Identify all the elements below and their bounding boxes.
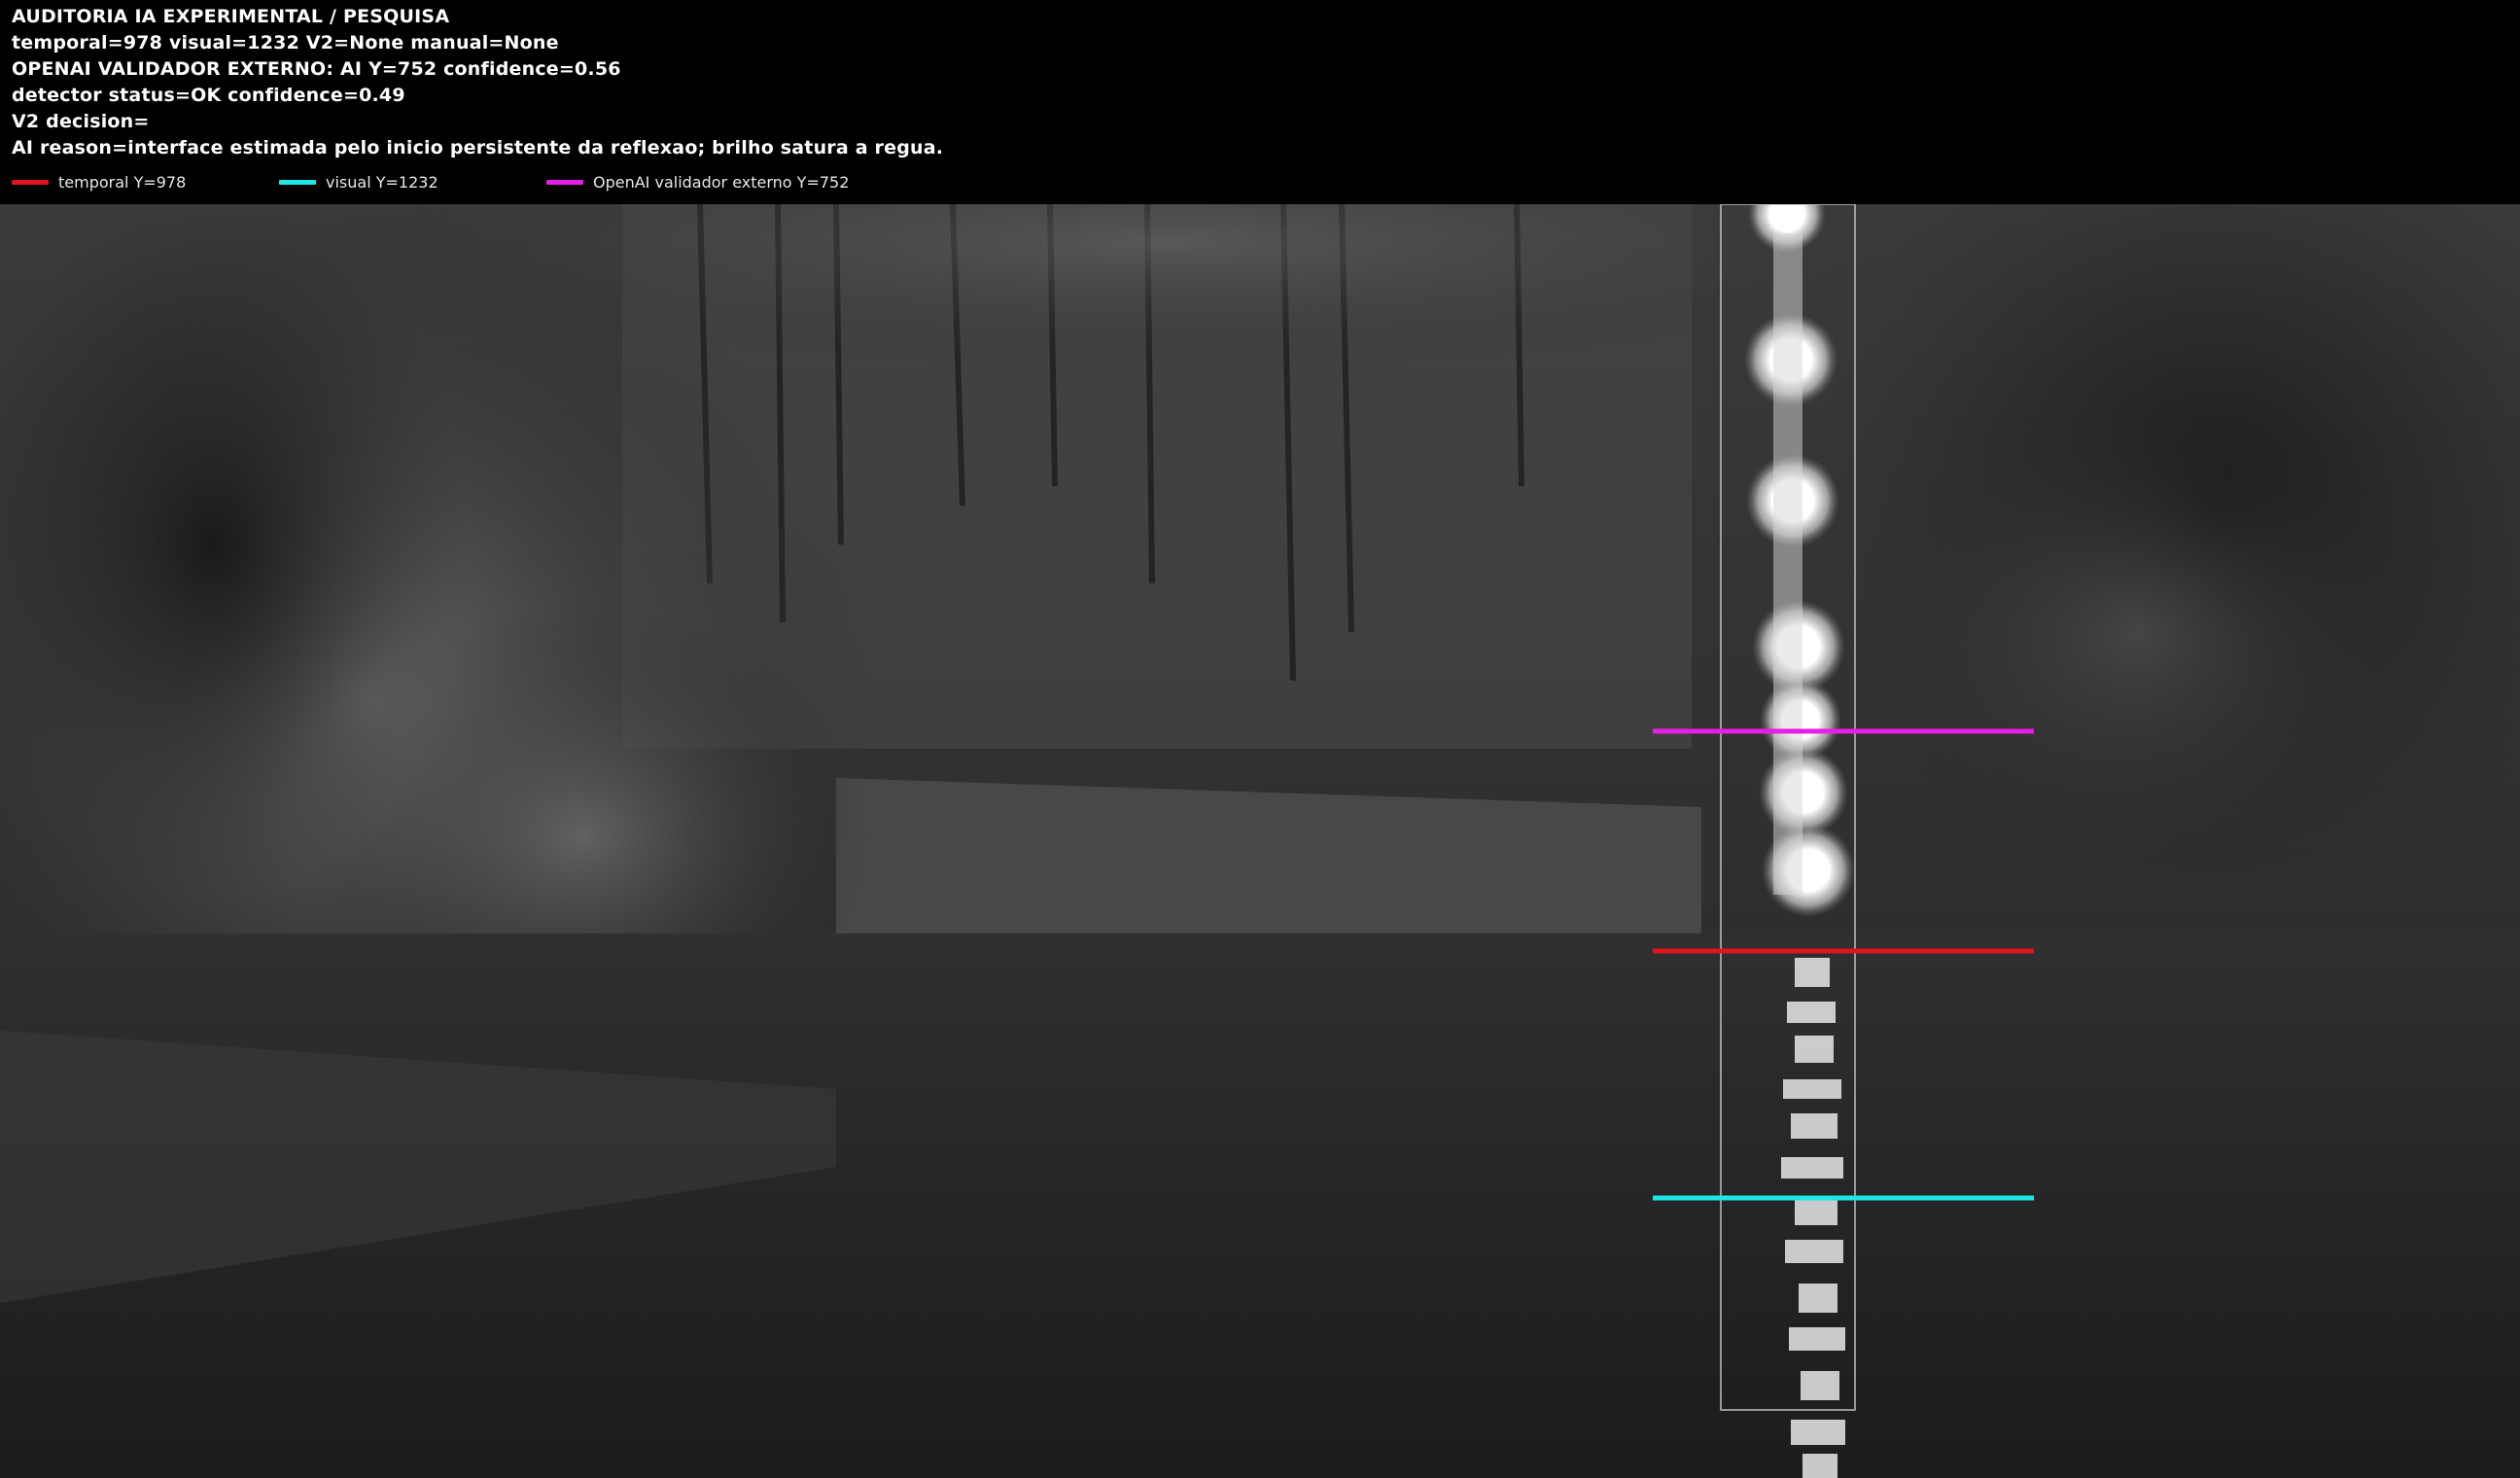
right-foliage-light bbox=[1847, 389, 2431, 875]
audit-title: AUDITORIA IA EXPERIMENTAL / PESQUISA bbox=[12, 6, 450, 27]
legend-swatch-temporal bbox=[12, 179, 49, 185]
v2-decision: V2 decision= bbox=[12, 111, 150, 132]
legend-visual: visual Y=1232 bbox=[279, 170, 438, 194]
legend-label-temporal: temporal Y=978 bbox=[58, 172, 187, 192]
legend-temporal: temporal Y=978 bbox=[12, 170, 186, 194]
detector-values: temporal=978 visual=1232 V2=None manual=… bbox=[12, 32, 559, 53]
legend-swatch-openai bbox=[546, 179, 583, 185]
detector-status: detector status=OK confidence=0.49 bbox=[12, 85, 405, 106]
legend-label-openai: OpenAI validador externo Y=752 bbox=[593, 172, 850, 192]
camera-frame bbox=[0, 97, 2520, 1478]
legend-label-visual: visual Y=1232 bbox=[326, 172, 438, 192]
openai-validator: OPENAI VALIDADOR EXTERNO: AI Y=752 confi… bbox=[12, 58, 621, 80]
legend-swatch-visual bbox=[279, 179, 316, 185]
legend-openai: OpenAI validador externo Y=752 bbox=[546, 170, 849, 194]
ai-reason: AI reason=interface estimada pelo inicio… bbox=[12, 137, 944, 158]
audit-header: AUDITORIA IA EXPERIMENTAL / PESQUISA tem… bbox=[0, 0, 2520, 204]
